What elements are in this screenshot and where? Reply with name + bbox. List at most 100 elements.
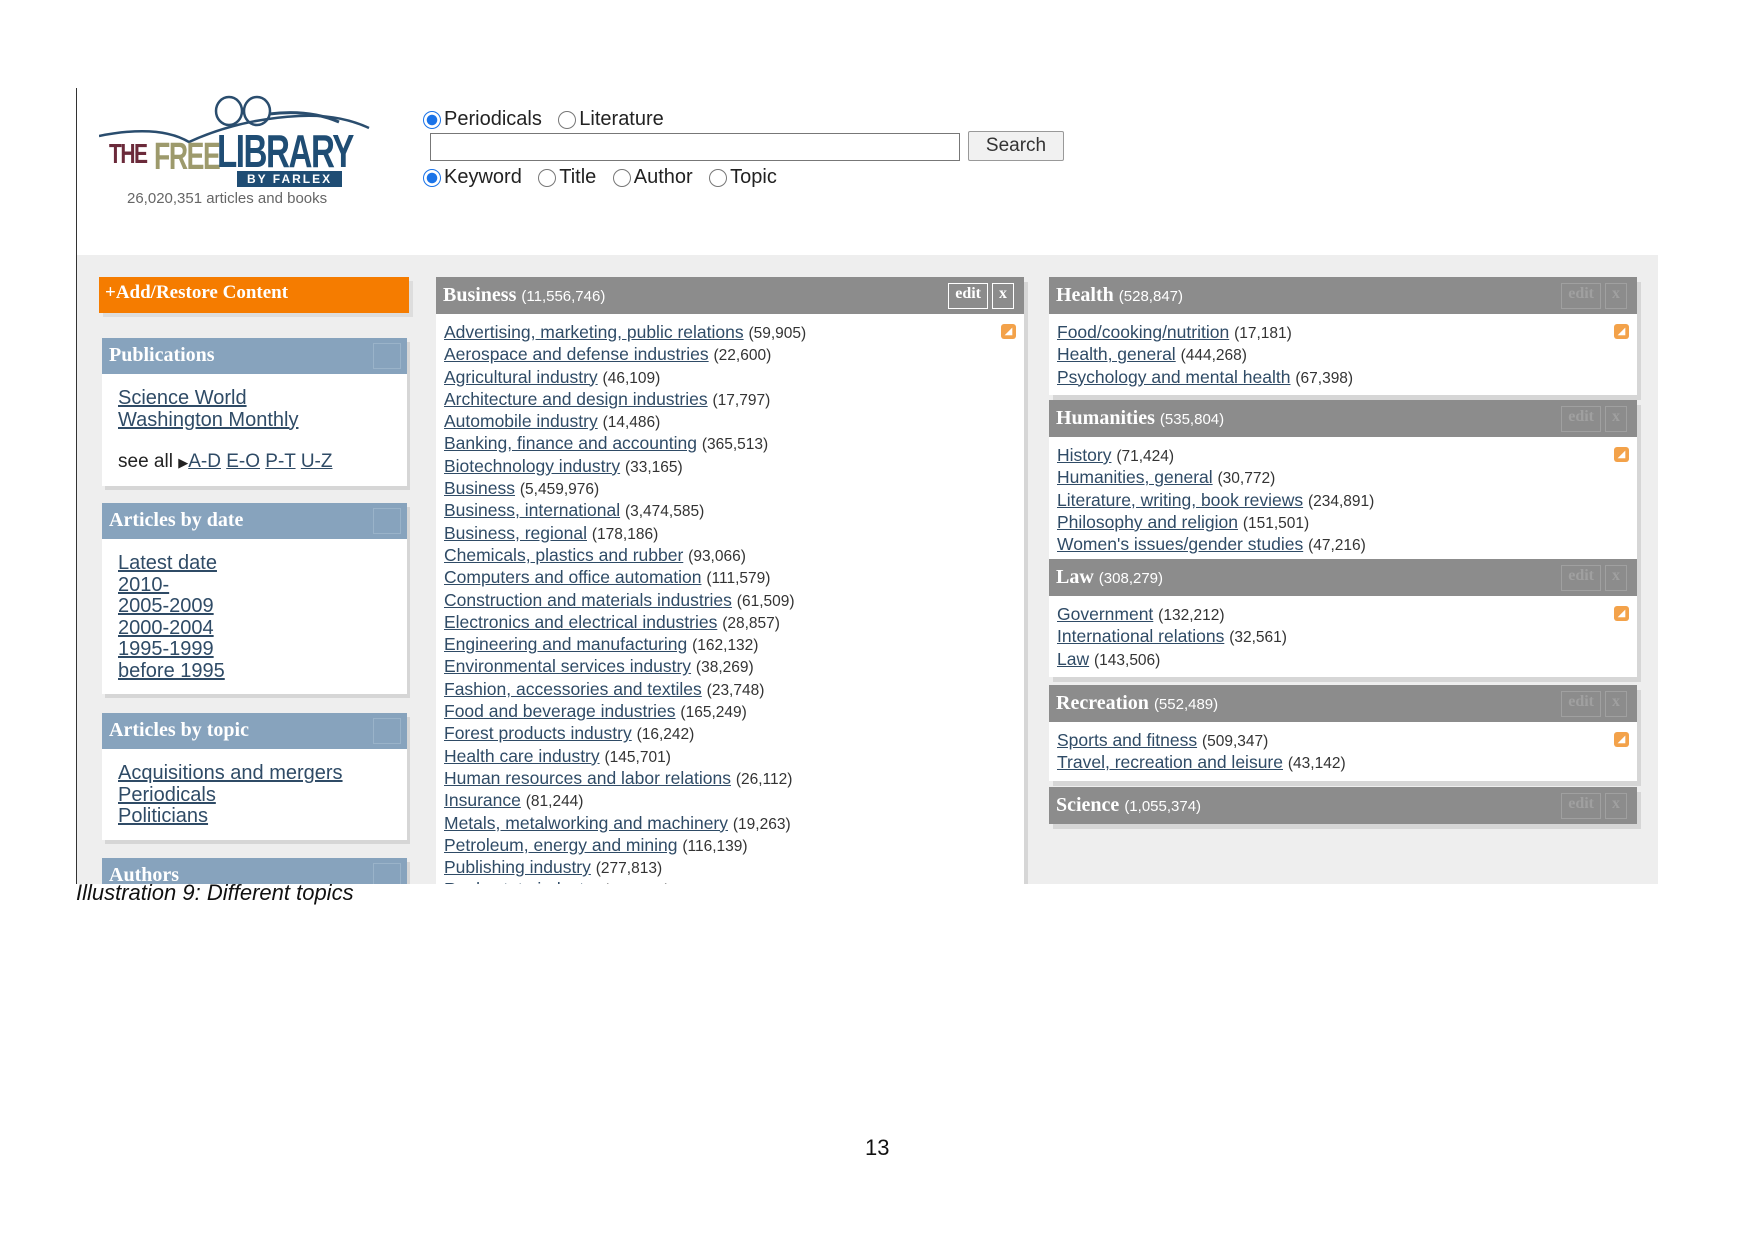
close-button[interactable]: x (1605, 793, 1627, 819)
law-panel: Law (308,279) edit x ◢ Government (132,212) I… (1049, 559, 1637, 677)
topic-link[interactable]: Fashion, accessories and textiles (444, 679, 702, 699)
topic-link[interactable]: Architecture and design industries (444, 389, 708, 409)
topic-link[interactable]: Human resources and labor relations (444, 768, 731, 788)
topic-link[interactable]: Construction and materials industries (444, 590, 732, 610)
edit-button[interactable]: edit (948, 283, 988, 309)
edit-button[interactable]: edit (1561, 691, 1601, 717)
radio-title[interactable]: Title (538, 166, 596, 189)
article-count: (165,249) (680, 704, 747, 722)
edit-button[interactable]: edit (1561, 565, 1601, 591)
close-icon[interactable] (373, 508, 401, 534)
health-panel: Health (528,847) edit x ◢ Food/cooking/nutri… (1049, 277, 1637, 395)
by-date-link[interactable]: Latest date (118, 552, 217, 574)
list-item: Chemicals, plastics and rubber (93,066) (444, 545, 1016, 567)
topic-link[interactable]: Engineering and manufacturing (444, 634, 687, 654)
topic-link[interactable]: Women's issues/gender studies (1057, 534, 1303, 554)
close-button[interactable]: x (1605, 565, 1627, 591)
publication-link[interactable]: Science World (118, 387, 247, 409)
topic-link[interactable]: Metals, metalworking and machinery (444, 813, 728, 833)
topic-link[interactable]: Biotechnology industry (444, 456, 620, 476)
topic-link[interactable]: Business, international (444, 500, 620, 520)
topic-link[interactable]: Business (444, 478, 515, 498)
by-topic-link[interactable]: Acquisitions and mergers (118, 762, 343, 784)
list-item: Law (143,506) (1057, 649, 1629, 671)
edit-button[interactable]: edit (1561, 793, 1601, 819)
radio-topic[interactable]: Topic (709, 166, 777, 189)
topic-link[interactable]: Agricultural industry (444, 367, 598, 387)
by-date-link[interactable]: 1995-1999 (118, 638, 214, 660)
radio-keyword[interactable]: Keyword (423, 166, 522, 189)
topic-link[interactable]: Health, general (1057, 344, 1176, 364)
publication-link[interactable]: Washington Monthly (118, 409, 298, 431)
see-all-label: see all (118, 451, 173, 472)
rss-icon[interactable]: ◢ (1614, 732, 1629, 747)
edit-button[interactable]: edit (1561, 406, 1601, 432)
by-date-link[interactable]: before 1995 (118, 660, 225, 682)
edit-button[interactable]: edit (1561, 283, 1601, 309)
range-link[interactable]: E-O (226, 451, 260, 472)
topic-link[interactable]: Real estate industry (444, 879, 599, 884)
close-icon[interactable] (373, 863, 401, 884)
topic-link[interactable]: Literature, writing, book reviews (1057, 490, 1303, 510)
panel-title: Humanities (1056, 407, 1155, 429)
topic-link[interactable]: Law (1057, 649, 1089, 669)
by-date-link[interactable]: 2000-2004 (118, 617, 214, 639)
topic-link[interactable]: Food/cooking/nutrition (1057, 322, 1229, 342)
topic-link[interactable]: Philosophy and religion (1057, 512, 1238, 532)
close-button[interactable]: x (1605, 406, 1627, 432)
topic-link[interactable]: Forest products industry (444, 723, 632, 743)
article-count: (33,165) (624, 458, 683, 476)
search-input[interactable] (430, 133, 960, 161)
topic-link[interactable]: Insurance (444, 790, 521, 810)
rss-icon[interactable]: ◢ (1614, 606, 1629, 621)
by-topic-link[interactable]: Politicians (118, 805, 208, 827)
radio-author[interactable]: Author (612, 166, 693, 189)
close-button[interactable]: x (992, 283, 1014, 309)
topic-link[interactable]: Automobile industry (444, 411, 598, 431)
rss-icon[interactable]: ◢ (1001, 324, 1016, 339)
range-link[interactable]: A-D (188, 451, 221, 472)
close-icon[interactable] (373, 718, 401, 744)
topic-link[interactable]: Petroleum, energy and mining (444, 835, 677, 855)
topic-link[interactable]: Publishing industry (444, 857, 591, 877)
add-restore-content-button[interactable]: +Add/Restore Content (99, 277, 409, 313)
panel-count: (535,804) (1159, 411, 1225, 428)
topic-link[interactable]: Advertising, marketing, public relations (444, 322, 744, 342)
topic-link[interactable]: International relations (1057, 626, 1224, 646)
topic-link[interactable]: Psychology and mental health (1057, 367, 1290, 387)
close-icon[interactable] (373, 343, 401, 369)
rss-icon[interactable]: ◢ (1614, 447, 1629, 462)
radio-literature[interactable]: Literature (558, 108, 664, 131)
topic-link[interactable]: Banking, finance and accounting (444, 433, 697, 453)
panel-title: Science (1056, 794, 1120, 816)
topic-link[interactable]: Business, regional (444, 523, 587, 543)
topic-link[interactable]: Food and beverage industries (444, 701, 676, 721)
range-link[interactable]: U-Z (301, 451, 333, 472)
list-item: International relations (32,561) (1057, 626, 1629, 648)
topic-link[interactable]: Electronics and electrical industries (444, 612, 717, 632)
free-library-logo[interactable]: THE FREE LIBRARY BY FARLEX 26,020,351 arti… (99, 94, 395, 209)
by-topic-link[interactable]: Periodicals (118, 784, 216, 806)
topic-link[interactable]: Computers and office automation (444, 567, 701, 587)
topic-link[interactable]: Government (1057, 604, 1153, 624)
topic-link[interactable]: Sports and fitness (1057, 730, 1197, 750)
article-count: (145,701) (604, 748, 671, 766)
topic-link[interactable]: Health care industry (444, 746, 600, 766)
topic-link[interactable]: Chemicals, plastics and rubber (444, 545, 683, 565)
topic-link[interactable]: History (1057, 445, 1111, 465)
topic-link[interactable]: Environmental services industry (444, 656, 691, 676)
topic-link[interactable]: Humanities, general (1057, 467, 1213, 487)
article-count: (365,513) (701, 436, 769, 454)
by-date-link[interactable]: 2010- (118, 574, 169, 596)
rss-icon[interactable]: ◢ (1614, 324, 1629, 339)
range-link[interactable]: P-T (265, 451, 295, 472)
search-button[interactable]: Search (968, 131, 1064, 161)
close-button[interactable]: x (1605, 691, 1627, 717)
by-date-link[interactable]: 2005-2009 (118, 595, 214, 617)
close-button[interactable]: x (1605, 283, 1627, 309)
topic-link[interactable]: Travel, recreation and leisure (1057, 752, 1283, 772)
topic-link[interactable]: Aerospace and defense industries (444, 344, 709, 364)
list-item: Psychology and mental health (67,398) (1057, 367, 1629, 389)
list-item: Philosophy and religion (151,501) (1057, 512, 1629, 534)
radio-periodicals[interactable]: Periodicals (423, 108, 542, 131)
